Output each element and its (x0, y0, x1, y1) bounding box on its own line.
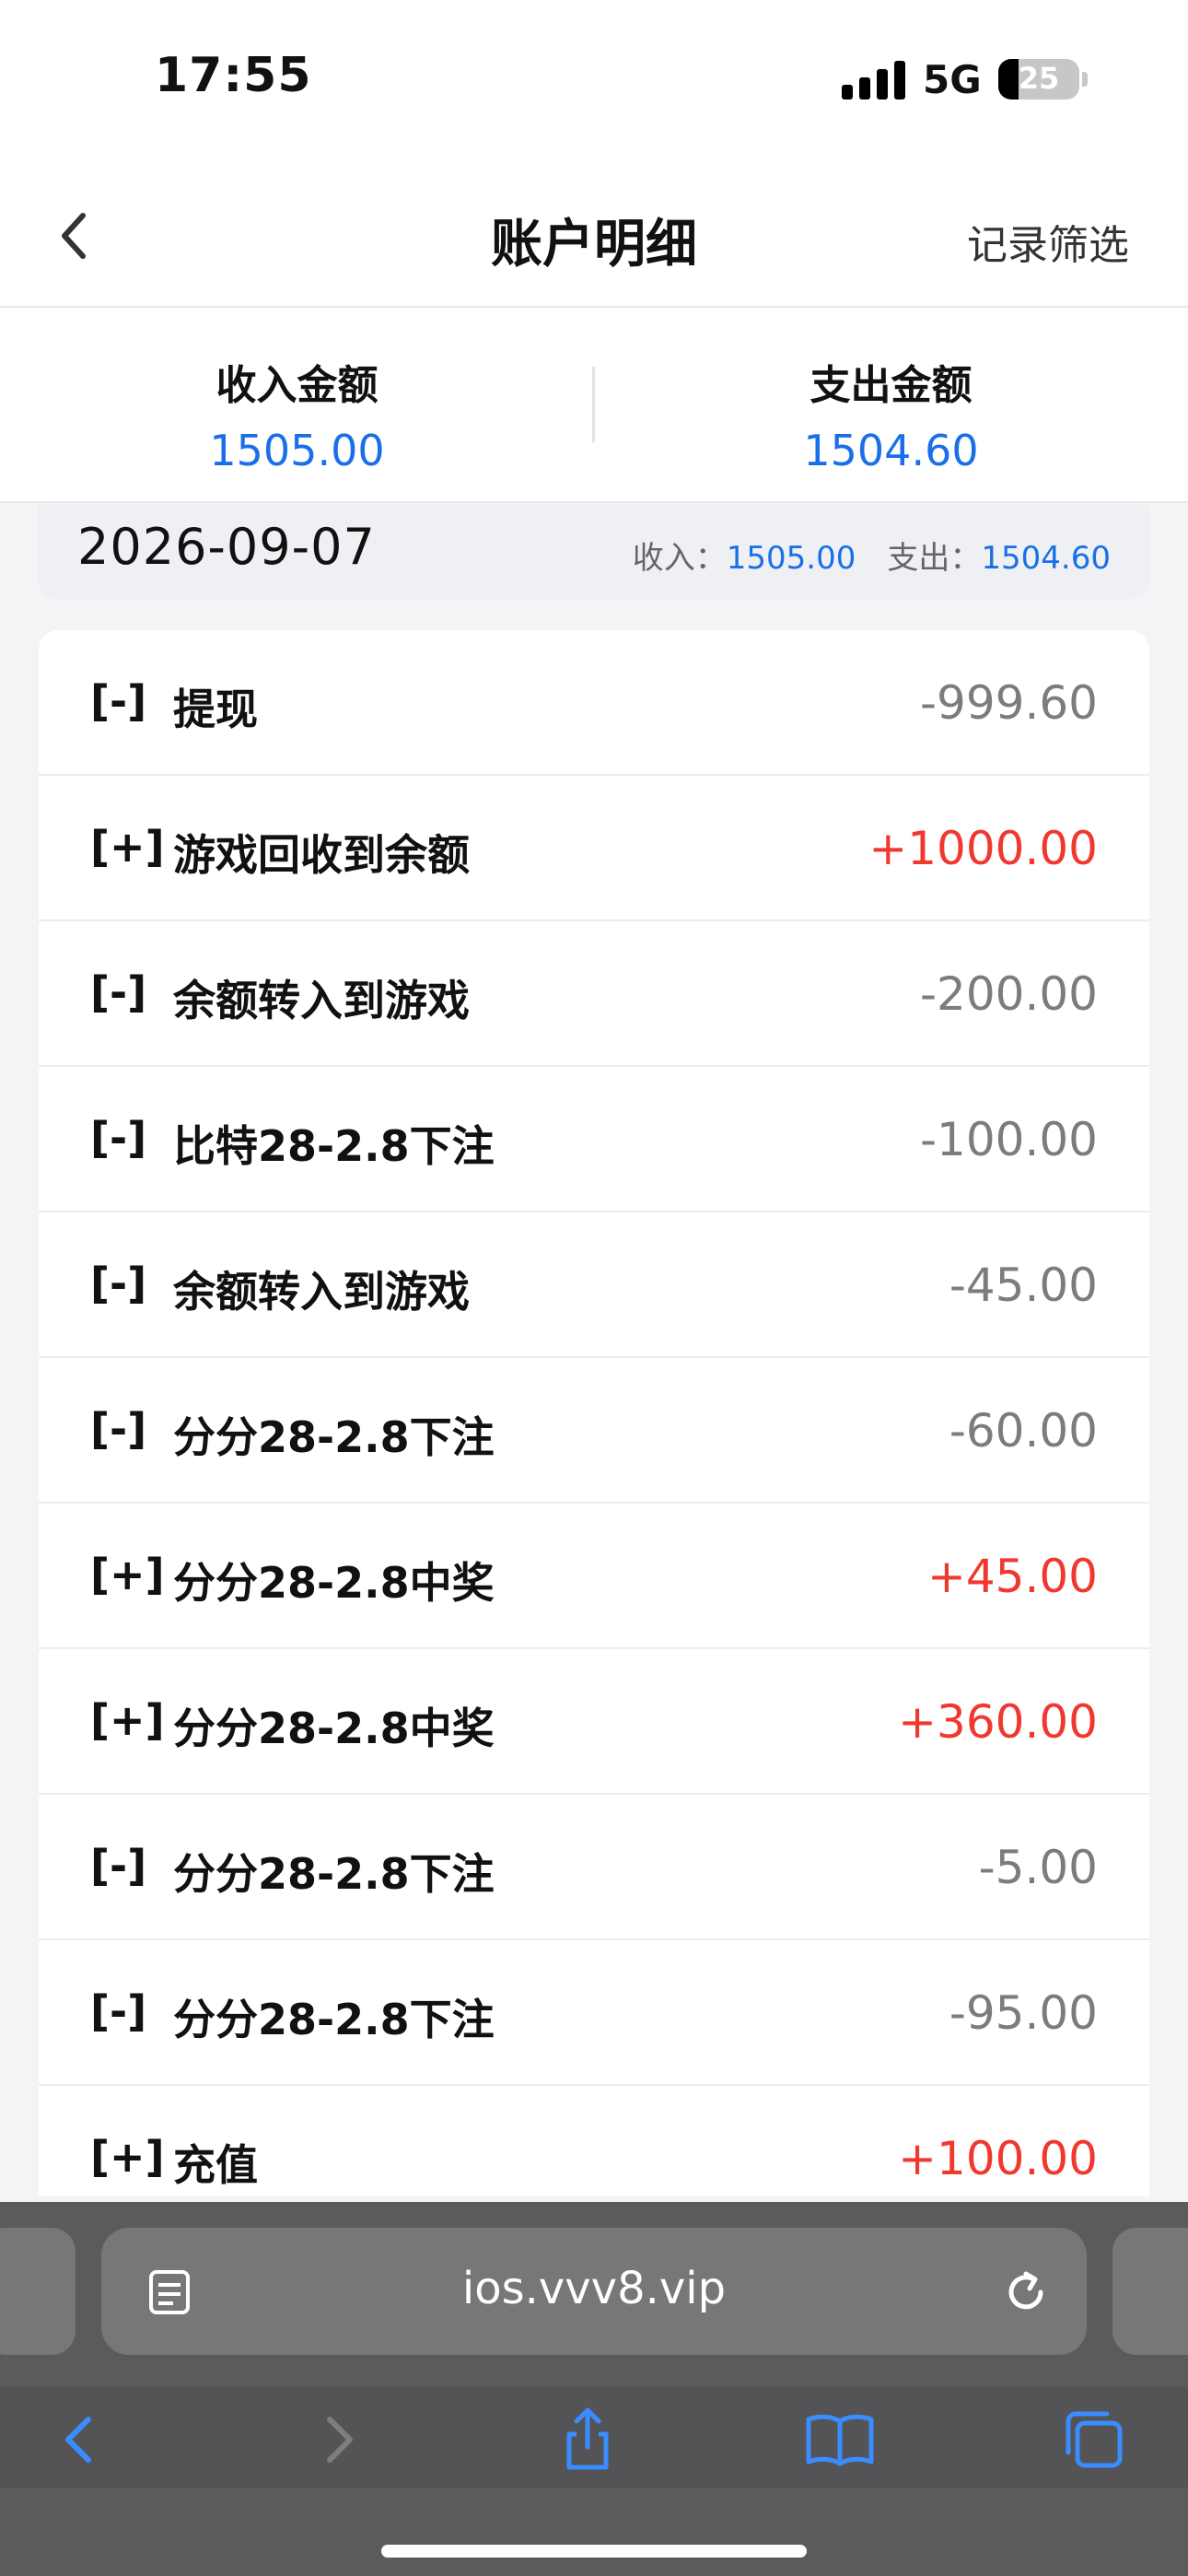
browser-forward-icon[interactable] (300, 2403, 374, 2476)
summary-panel: 收入金额 1505.00 支出金额 1504.60 (0, 308, 1188, 503)
record-filter-button[interactable]: 记录筛选 (967, 212, 1129, 271)
transaction-row[interactable]: [-] 分分28-2.8下注 -5.00 (39, 1795, 1149, 1940)
transaction-description: 游戏回收到余额 (173, 830, 470, 880)
transaction-sign: [+] (90, 1695, 165, 1745)
transaction-description: 余额转入到游戏 (173, 976, 470, 1025)
transaction-description: 提现 (173, 685, 258, 734)
share-icon[interactable] (551, 2403, 624, 2476)
reload-icon[interactable] (998, 2265, 1054, 2320)
browser-back-icon[interactable] (44, 2403, 118, 2476)
transaction-sign: [+] (90, 1550, 165, 1599)
income-value: 1505.00 (209, 426, 385, 475)
transaction-description: 余额转入到游戏 (173, 1267, 470, 1317)
transaction-row[interactable]: [+] 充值 +100.00 (39, 2086, 1149, 2196)
transaction-sign: [-] (90, 1113, 147, 1163)
bookmarks-icon[interactable] (803, 2403, 877, 2476)
transaction-sign: [+] (90, 2132, 165, 2182)
transaction-description: 分分28-2.8下注 (173, 1412, 495, 1462)
transaction-row[interactable]: [-] 提现 -999.60 (39, 630, 1149, 776)
transaction-amount: +1000.00 (868, 822, 1098, 875)
next-tab-preview[interactable] (1112, 2228, 1188, 2355)
status-bar: 17:55 5G 25 (0, 0, 1188, 166)
income-label: 收入金额 (215, 362, 379, 409)
transaction-description: 比特28-2.8下注 (173, 1121, 495, 1171)
transaction-amount: -45.00 (949, 1259, 1098, 1312)
date-income-label: 收入： (632, 540, 727, 577)
network-type: 5G (923, 57, 982, 102)
transaction-amount: -5.00 (978, 1841, 1098, 1894)
nav-bar: 账户明细 记录筛选 (0, 166, 1188, 308)
expense-summary: 支出金额 1504.60 (594, 308, 1188, 501)
battery-icon: 25 (998, 59, 1079, 100)
previous-tab-preview[interactable] (0, 2228, 76, 2355)
cellular-signal-icon (842, 61, 906, 100)
transaction-amount: -100.00 (920, 1113, 1098, 1166)
transaction-row[interactable]: [+] 分分28-2.8中奖 +45.00 (39, 1504, 1149, 1649)
home-indicator (381, 2545, 807, 2558)
tabs-icon[interactable] (1057, 2403, 1131, 2476)
transaction-sign: [-] (90, 1404, 147, 1454)
date-expense-label: 支出： (887, 540, 982, 577)
transaction-row[interactable]: [-] 余额转入到游戏 -200.00 (39, 921, 1149, 1067)
date-label: 2026-09-07 (77, 518, 376, 576)
transaction-row[interactable]: [+] 分分28-2.8中奖 +360.00 (39, 1649, 1149, 1795)
transaction-amount: -95.00 (949, 1986, 1098, 2040)
transaction-description: 分分28-2.8中奖 (173, 1558, 495, 1608)
transaction-description: 充值 (173, 2140, 258, 2190)
transaction-row[interactable]: [-] 分分28-2.8下注 -95.00 (39, 1940, 1149, 2086)
date-income-value: 1505.00 (726, 540, 856, 577)
transaction-row[interactable]: [-] 分分28-2.8下注 -60.00 (39, 1358, 1149, 1504)
transaction-sign: [-] (90, 1986, 147, 2036)
date-group-header: 2026-09-07 收入：1505.00 支出：1504.60 (39, 505, 1149, 599)
transaction-amount: -999.60 (920, 676, 1098, 730)
address-bar[interactable]: ios.vvv8.vip (101, 2228, 1087, 2355)
transaction-row[interactable]: [-] 比特28-2.8下注 -100.00 (39, 1067, 1149, 1212)
transaction-amount: -200.00 (920, 967, 1098, 1021)
transaction-description: 分分28-2.8中奖 (173, 1704, 495, 1753)
transaction-amount: +360.00 (898, 1695, 1098, 1749)
transaction-row[interactable]: [-] 余额转入到游戏 -45.00 (39, 1212, 1149, 1358)
date-totals: 收入：1505.00 支出：1504.60 (633, 533, 1111, 578)
browser-toolbar (0, 2386, 1188, 2488)
transaction-description: 分分28-2.8下注 (173, 1995, 495, 2044)
transaction-sign: [-] (90, 1259, 147, 1308)
battery-level-text: 25 (1018, 61, 1060, 96)
url-text: ios.vvv8.vip (461, 2263, 727, 2314)
transaction-sign: [-] (90, 1841, 147, 1891)
expense-label: 支出金额 (809, 362, 973, 409)
transaction-list: [-] 提现 -999.60 [+] 游戏回收到余额 +1000.00 [-] 余额转入到游戏… (39, 630, 1149, 2196)
transaction-sign: [+] (90, 822, 165, 872)
status-time: 17:55 (155, 48, 312, 103)
transaction-sign: [-] (90, 967, 147, 1017)
transaction-sign: [-] (90, 676, 147, 726)
income-summary: 收入金额 1505.00 (0, 308, 594, 501)
transaction-amount: -60.00 (949, 1404, 1098, 1458)
transaction-description: 分分28-2.8下注 (173, 1849, 495, 1899)
transaction-amount: +100.00 (898, 2132, 1098, 2185)
expense-value: 1504.60 (803, 426, 979, 475)
transaction-row[interactable]: [+] 游戏回收到余额 +1000.00 (39, 776, 1149, 921)
transaction-amount: +45.00 (926, 1550, 1098, 1603)
battery-cap (1082, 72, 1088, 87)
browser-chrome: ios.vvv8.vip (0, 2202, 1188, 2576)
date-expense-value: 1504.60 (981, 540, 1111, 577)
